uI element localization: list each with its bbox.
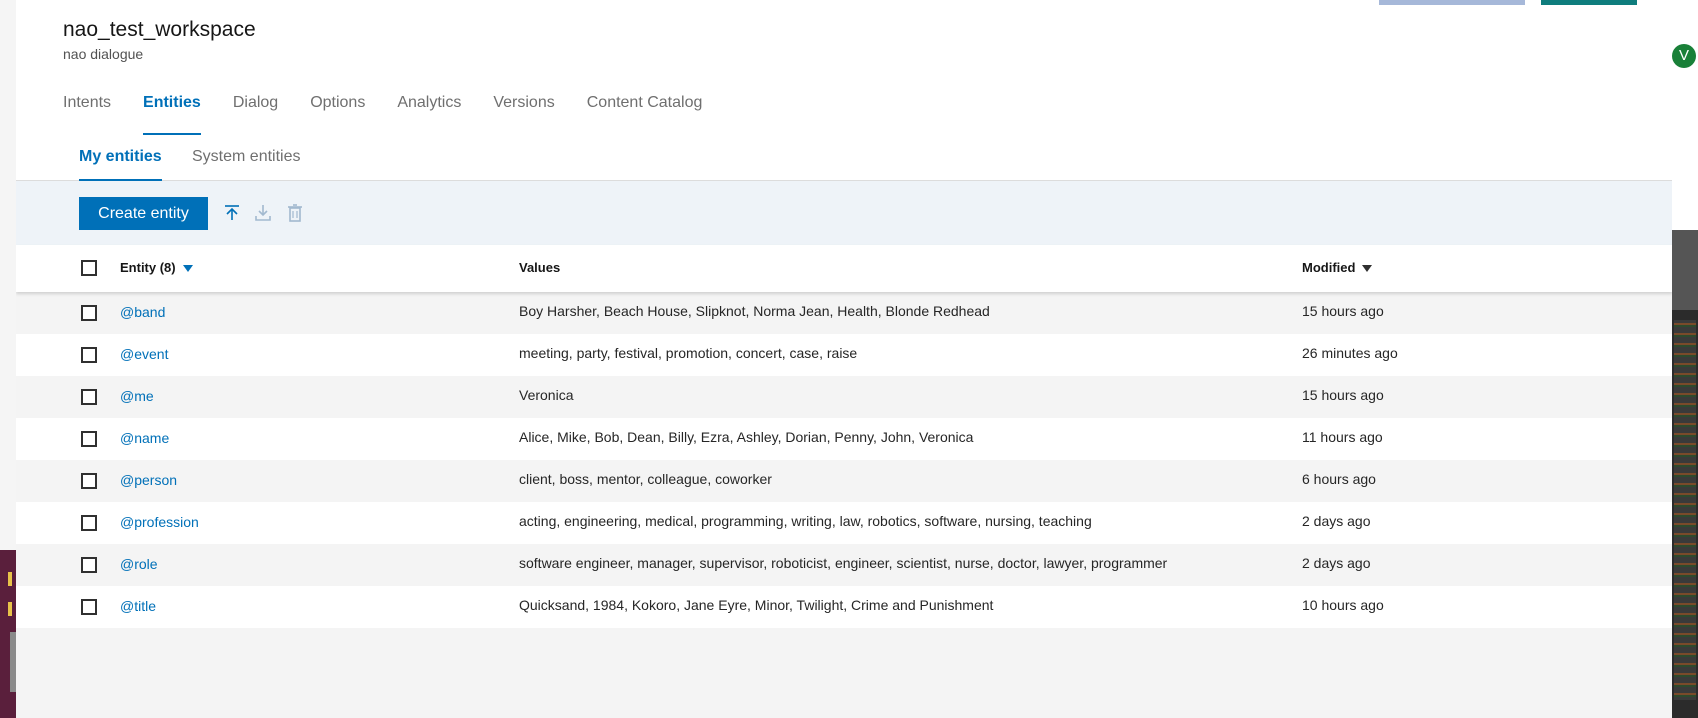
background-code-lines <box>1674 320 1696 700</box>
entity-name-link[interactable]: @name <box>120 430 169 446</box>
entity-values: Quicksand, 1984, Kokoro, Jane Eyre, Mino… <box>519 597 994 613</box>
tab-analytics[interactable]: Analytics <box>397 92 461 135</box>
user-avatar[interactable]: V <box>1672 44 1696 68</box>
download-icon[interactable] <box>252 202 274 224</box>
entity-values: Boy Harsher, Beach House, Slipknot, Norm… <box>519 303 990 319</box>
entity-subtabs: My entities System entities <box>16 135 1672 182</box>
entity-list: @band Boy Harsher, Beach House, Slipknot… <box>16 292 1672 628</box>
column-entity-label: Entity (8) <box>120 260 176 275</box>
tab-versions[interactable]: Versions <box>493 92 554 135</box>
entity-values: client, boss, mentor, colleague, coworke… <box>519 471 772 487</box>
tab-options[interactable]: Options <box>310 92 365 135</box>
entity-modified: 6 hours ago <box>1302 471 1376 487</box>
row-checkbox[interactable] <box>81 515 97 531</box>
subtab-system-entities[interactable]: System entities <box>192 148 300 180</box>
tab-content-catalog[interactable]: Content Catalog <box>587 92 703 135</box>
table-header: Entity (8) Values Modified <box>16 245 1672 292</box>
sort-descending-icon[interactable] <box>182 265 193 273</box>
entity-values: acting, engineering, medical, programmin… <box>519 513 1092 529</box>
entity-name-link[interactable]: @title <box>120 598 156 614</box>
trash-icon[interactable] <box>284 202 306 224</box>
workspace-modal: nao_test_workspace nao dialogue Intents … <box>16 0 1672 718</box>
header-secondary-button[interactable] <box>1379 0 1525 5</box>
table-row: @event meeting, party, festival, promoti… <box>16 334 1672 376</box>
row-checkbox[interactable] <box>81 389 97 405</box>
sort-icon[interactable] <box>1362 265 1373 273</box>
entity-name-link[interactable]: @event <box>120 346 168 362</box>
table-row: @profession acting, engineering, medical… <box>16 502 1672 544</box>
header-primary-button[interactable] <box>1541 0 1637 5</box>
workspace-title: nao_test_workspace <box>63 18 256 41</box>
entity-name-link[interactable]: @person <box>120 472 177 488</box>
tab-intents[interactable]: Intents <box>63 92 111 135</box>
background-terminal <box>0 550 16 718</box>
background-mark <box>8 572 12 586</box>
background-window-right <box>1672 0 1698 718</box>
row-checkbox[interactable] <box>81 431 97 447</box>
column-header-entity[interactable]: Entity (8) <box>120 260 193 275</box>
subtab-my-entities[interactable]: My entities <box>79 148 162 182</box>
entity-modified: 26 minutes ago <box>1302 345 1398 361</box>
main-tabs: Intents Entities Dialog Options Analytic… <box>63 92 734 136</box>
table-row: @role software engineer, manager, superv… <box>16 544 1672 586</box>
table-row: @name Alice, Mike, Bob, Dean, Billy, Ezr… <box>16 418 1672 460</box>
column-header-modified[interactable]: Modified <box>1302 260 1373 275</box>
table-row: @person client, boss, mentor, colleague,… <box>16 460 1672 502</box>
entity-name-link[interactable]: @role <box>120 556 158 572</box>
row-checkbox[interactable] <box>81 347 97 363</box>
entity-toolbar: Create entity <box>16 181 1672 245</box>
column-modified-label: Modified <box>1302 260 1356 275</box>
workspace-header: nao_test_workspace nao dialogue Intents … <box>16 0 1672 136</box>
tab-dialog[interactable]: Dialog <box>233 92 278 135</box>
select-all-checkbox[interactable] <box>81 260 97 276</box>
entity-modified: 11 hours ago <box>1302 429 1383 445</box>
row-checkbox[interactable] <box>81 473 97 489</box>
table-row: @title Quicksand, 1984, Kokoro, Jane Eyr… <box>16 586 1672 628</box>
entity-values: Veronica <box>519 387 574 403</box>
row-checkbox[interactable] <box>81 599 97 615</box>
entity-modified: 2 days ago <box>1302 555 1371 571</box>
upload-icon[interactable] <box>221 202 243 224</box>
workspace-subtitle: nao dialogue <box>63 46 144 62</box>
row-checkbox[interactable] <box>81 557 97 573</box>
table-row: @band Boy Harsher, Beach House, Slipknot… <box>16 292 1672 334</box>
entity-modified: 2 days ago <box>1302 513 1371 529</box>
entity-modified: 15 hours ago <box>1302 387 1384 403</box>
entity-values: Alice, Mike, Bob, Dean, Billy, Ezra, Ash… <box>519 429 974 445</box>
create-entity-button[interactable]: Create entity <box>79 197 208 230</box>
entity-modified: 15 hours ago <box>1302 303 1384 319</box>
row-checkbox[interactable] <box>81 305 97 321</box>
column-header-values: Values <box>519 260 561 275</box>
entity-name-link[interactable]: @me <box>120 388 154 404</box>
entity-name-link[interactable]: @band <box>120 304 165 320</box>
entity-name-link[interactable]: @profession <box>120 514 199 530</box>
tab-entities[interactable]: Entities <box>143 92 201 136</box>
entity-values: meeting, party, festival, promotion, con… <box>519 345 858 361</box>
background-code-header <box>1672 230 1698 310</box>
entity-values: software engineer, manager, supervisor, … <box>519 555 1168 571</box>
entity-modified: 10 hours ago <box>1302 597 1384 613</box>
background-mark <box>8 602 12 616</box>
table-row: @me Veronica 15 hours ago <box>16 376 1672 418</box>
